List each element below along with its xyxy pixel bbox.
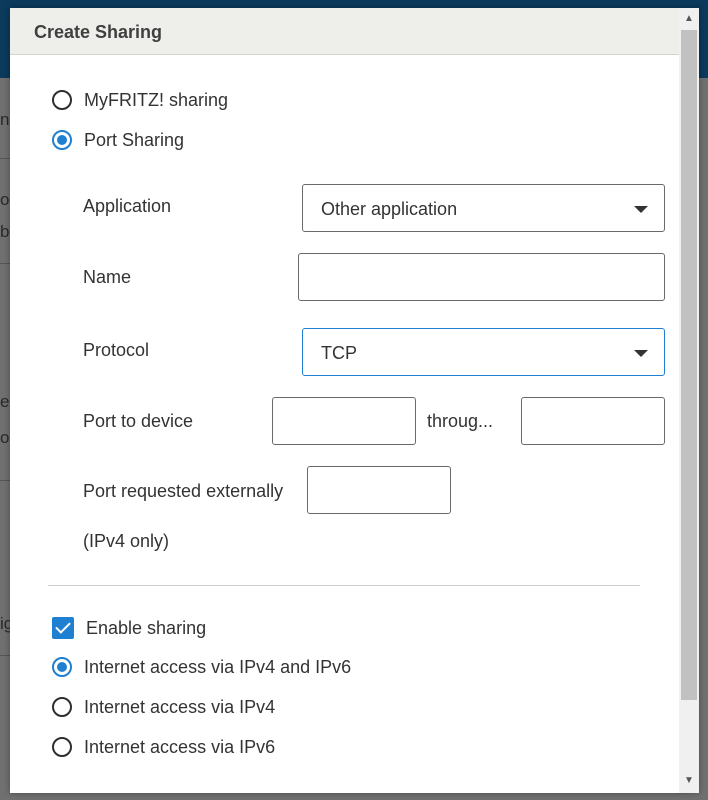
radio-label: Internet access via IPv6 bbox=[84, 736, 276, 757]
scrollbar-thumb[interactable] bbox=[681, 30, 697, 700]
name-label: Name bbox=[83, 267, 132, 287]
radio-unchecked-icon bbox=[52, 737, 72, 757]
radio-checked-icon bbox=[52, 657, 72, 677]
radio-checked-icon bbox=[52, 130, 72, 150]
radio-label: MyFRITZ! sharing bbox=[84, 89, 229, 110]
radio-ipv6[interactable]: Internet access via IPv6 bbox=[52, 734, 275, 760]
port-from-input[interactable] bbox=[272, 397, 416, 445]
ipv4-only-note: (IPv4 only) bbox=[83, 531, 170, 551]
port-to-input[interactable] bbox=[521, 397, 665, 445]
radio-unchecked-icon bbox=[52, 697, 72, 717]
protocol-select[interactable]: TCP bbox=[302, 328, 665, 376]
create-sharing-dialog: Create Sharing MyFRITZ! sharing Port Sha… bbox=[10, 8, 699, 793]
checkbox-checked-icon bbox=[52, 617, 74, 639]
dialog-title: Create Sharing bbox=[34, 22, 163, 42]
radio-myfritz-sharing[interactable]: MyFRITZ! sharing bbox=[52, 87, 228, 113]
scroll-up-arrow-icon[interactable]: ▲ bbox=[679, 10, 699, 28]
radio-ipv4[interactable]: Internet access via IPv4 bbox=[52, 694, 275, 720]
name-input[interactable] bbox=[298, 253, 665, 301]
chevron-down-icon bbox=[634, 350, 648, 357]
port-external-input[interactable] bbox=[307, 466, 451, 514]
radio-port-sharing[interactable]: Port Sharing bbox=[52, 127, 184, 153]
radio-label: Port Sharing bbox=[84, 129, 185, 150]
port-external-label: Port requested externally bbox=[83, 481, 284, 501]
protocol-select-value: TCP bbox=[321, 343, 357, 363]
application-select-value: Other application bbox=[321, 199, 458, 219]
radio-label: Internet access via IPv4 and IPv6 bbox=[84, 656, 352, 677]
radio-label: Internet access via IPv4 bbox=[84, 696, 276, 717]
application-select[interactable]: Other application bbox=[302, 184, 665, 232]
chevron-down-icon bbox=[634, 206, 648, 213]
dialog-header: Create Sharing bbox=[10, 8, 679, 55]
radio-ipv4-and-ipv6[interactable]: Internet access via IPv4 and IPv6 bbox=[52, 654, 351, 680]
radio-unchecked-icon bbox=[52, 90, 72, 110]
scroll-down-arrow-icon[interactable]: ▼ bbox=[679, 772, 699, 790]
checkbox-label: Enable sharing bbox=[86, 617, 207, 638]
scrollbar[interactable]: ▲ ▼ bbox=[679, 8, 699, 793]
application-label: Application bbox=[83, 196, 172, 216]
port-through-label: throug... bbox=[427, 411, 494, 431]
section-divider bbox=[48, 585, 640, 586]
port-to-device-label: Port to device bbox=[83, 411, 194, 431]
enable-sharing-checkbox[interactable]: Enable sharing bbox=[52, 615, 206, 641]
protocol-label: Protocol bbox=[83, 340, 150, 360]
